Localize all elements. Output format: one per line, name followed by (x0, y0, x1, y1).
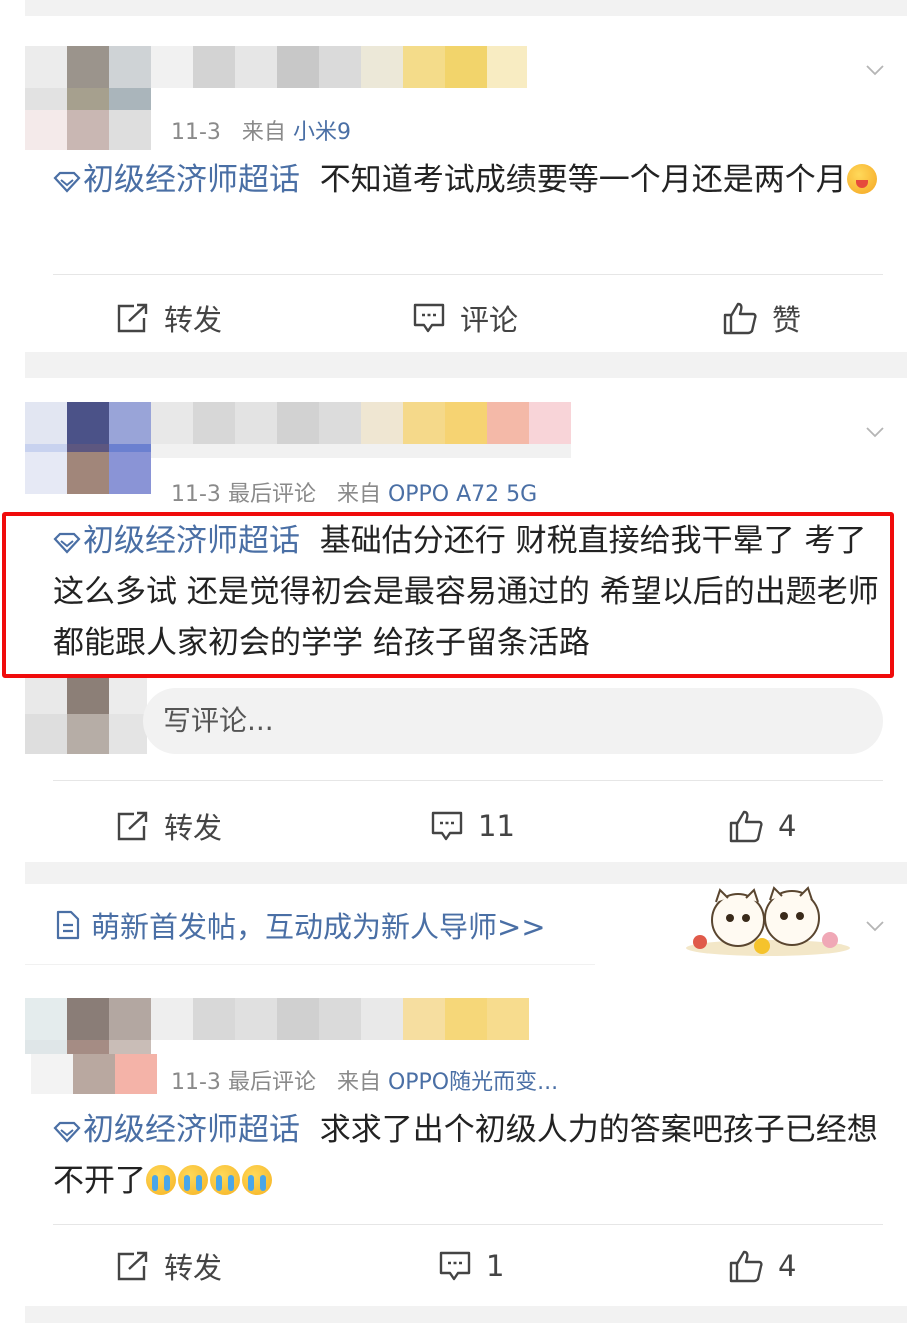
crying-emoji (210, 1165, 240, 1195)
comment-icon (413, 303, 445, 333)
diamond-icon (53, 171, 81, 193)
post-content: 不知道考试成绩要等一个月还是两个月 (319, 162, 847, 198)
action-bar: 转发 11 4 (0, 796, 907, 856)
divider (53, 1224, 883, 1225)
post-separator (25, 862, 907, 884)
action-bar: 转发 评论 赞 (0, 288, 907, 348)
divider (53, 780, 883, 781)
source-prefix: 来自 (336, 1070, 381, 1095)
post-text: 初级经济师超话 不知道考试成绩要等一个月还是两个月 (53, 155, 893, 206)
source-device-link[interactable]: OPPO随光而变... (388, 1070, 558, 1095)
source-device-link[interactable]: OPPO A72 5G (388, 482, 537, 507)
bottom-separator (25, 1306, 907, 1323)
comment-button[interactable]: 1 (438, 1236, 504, 1296)
comment-icon (431, 811, 463, 841)
post-date: 11-3 (171, 120, 221, 145)
post-meta: 11-3 来自 小米9 (171, 114, 351, 146)
last-comment-label: 最后评论 (227, 1070, 316, 1095)
repost-button[interactable]: 转发 (116, 288, 222, 348)
comment-count: 1 (486, 1249, 505, 1283)
supertopic-link[interactable]: 初级经济师超话 (53, 162, 300, 198)
comment-input[interactable]: 写评论... (143, 688, 883, 754)
thumbs-up-icon (723, 302, 757, 335)
document-icon (56, 910, 80, 940)
comment-count: 11 (478, 809, 515, 843)
last-comment-label: 最后评论 (227, 482, 316, 507)
highlight-box (2, 512, 894, 678)
repost-icon (117, 811, 148, 841)
crying-emoji (146, 1165, 176, 1195)
post-separator (25, 352, 907, 378)
crying-emoji (178, 1165, 208, 1195)
source-prefix: 来自 (336, 482, 381, 507)
comment-icon (439, 1251, 471, 1281)
repost-icon (117, 303, 148, 333)
like-count: 4 (778, 809, 797, 843)
divider (53, 274, 883, 275)
post-card[interactable]: 11-3 最后评论 来自 OPPO随光而变... 初级经济师超话 求求了出个初级… (0, 966, 907, 1311)
post-text: 初级经济师超话 求求了出个初级人力的答案吧孩子已经想不开了 (53, 1105, 893, 1207)
newbie-banner-link[interactable]: 萌新首发帖，互动成为新人导师>> (55, 904, 546, 946)
like-button[interactable]: 4 (728, 796, 796, 856)
laugh-tongue-emoji (846, 164, 877, 194)
divider (25, 964, 595, 965)
post-card[interactable]: 11-3 来自 小米9 初级经济师超话 不知道考试成绩要等一个月还是两个月 转发… (0, 0, 907, 352)
diamond-icon (53, 1121, 81, 1143)
thumbs-up-icon (729, 1250, 763, 1283)
repost-icon (117, 1251, 148, 1281)
action-bar: 转发 1 4 (0, 1236, 907, 1296)
comment-button[interactable]: 11 (430, 796, 515, 856)
supertopic-link[interactable]: 初级经济师超话 (53, 1112, 300, 1148)
like-button[interactable]: 赞 (722, 288, 801, 348)
like-count: 4 (778, 1249, 797, 1283)
post-date: 11-3 (171, 482, 221, 507)
comment-button[interactable]: 评论 (412, 288, 518, 348)
source-prefix: 来自 (241, 120, 286, 145)
repost-button[interactable]: 转发 (116, 796, 222, 856)
crying-emoji (242, 1165, 272, 1195)
chevron-down-icon[interactable] (865, 422, 885, 442)
chevron-down-icon[interactable] (865, 60, 885, 80)
thumbs-up-icon (729, 810, 763, 843)
post-meta: 11-3 最后评论 来自 OPPO A72 5G (171, 476, 537, 508)
repost-button[interactable]: 转发 (116, 1236, 222, 1296)
chevron-down-icon[interactable] (865, 916, 885, 936)
source-device-link[interactable]: 小米9 (293, 120, 351, 145)
post-date: 11-3 (171, 1070, 221, 1095)
like-button[interactable]: 4 (728, 1236, 796, 1296)
post-meta: 11-3 最后评论 来自 OPPO随光而变... (171, 1064, 558, 1096)
cat-sticker-image (686, 886, 850, 956)
